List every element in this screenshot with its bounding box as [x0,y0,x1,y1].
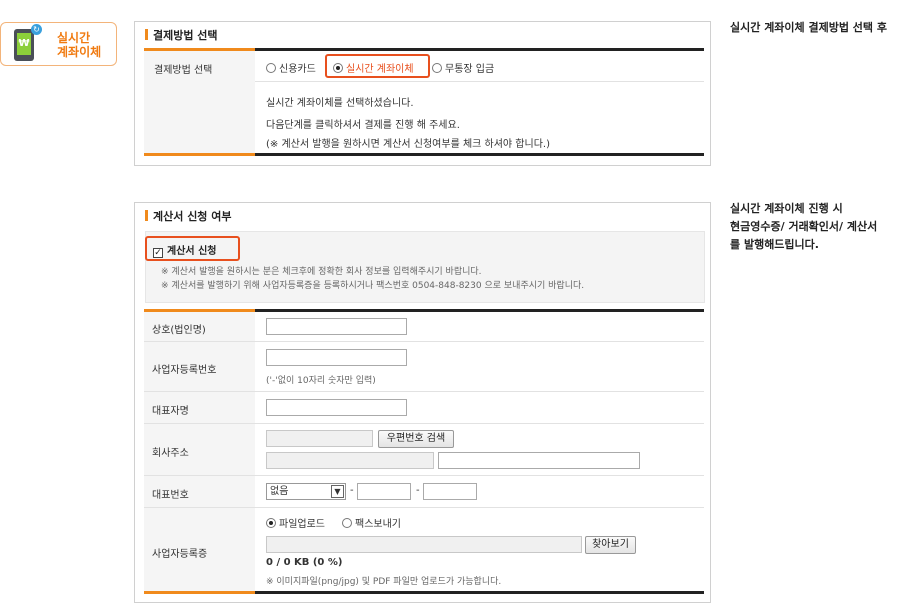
address-label: 회사주소 [152,448,189,459]
badge-label: 실시간 계좌이체 [57,31,102,59]
footer-divider [144,153,704,156]
invoice-notice-2: ※ 계산서를 발행하기 위해 사업자등록증을 등록하시거나 팩스번호 0504-… [161,281,585,291]
phone-separator: - [350,485,354,496]
phone-label: 대표번호 [152,490,189,501]
radio-button[interactable] [342,518,352,528]
invoice-request-checkbox[interactable]: ✓ 계산서 신청 [153,242,216,258]
company-name-label: 상호(법인명) [152,325,206,336]
row-divider [144,475,704,476]
company-name-input[interactable] [266,318,407,335]
ceo-name-label: 대표자명 [152,406,189,417]
file-type-hint: ※ 이미지파일(png/jpg) 및 PDF 파일만 업로드가 가능합니다. [266,577,502,587]
radio-file-upload[interactable]: 파일업로드 [266,515,325,530]
biz-number-input[interactable] [266,349,407,366]
browse-button[interactable]: 찾아보기 [585,536,636,554]
invoice-request-panel: 계산서 신청 여부 ✓ 계산서 신청 ※ 계산서 발행을 원하시는 분은 체크후에… [134,202,711,603]
file-size-status: 0 / 0 KB (0 %) [266,557,343,568]
check-icon[interactable]: ✓ [153,248,163,258]
row-divider [255,81,704,82]
radio-credit-card[interactable]: 신용카드 [266,60,316,75]
payment-method-badge: ₩ ↻ 실시간 계좌이체 [0,22,117,66]
radio-button[interactable] [432,63,442,73]
note-step2: 실시간 계좌이체 진행 시 현금영수증/ 거래확인서/ 계산서 를 발행해드립니… [730,202,878,251]
biz-number-label: 사업자등록번호 [152,365,217,376]
phone-part3-input[interactable] [423,483,477,500]
radio-bank-deposit[interactable]: 무통장 입금 [432,60,494,75]
row-divider [144,507,704,508]
phone-part2-input[interactable] [357,483,411,500]
address-input-1 [266,452,434,469]
phone-area-select[interactable]: 없음 ▼ [266,483,346,500]
invoice-panel-title: 계산서 신청 여부 [145,208,232,224]
form-footer-divider [144,591,704,594]
radio-fax[interactable]: 팩스보내기 [342,515,401,530]
file-path-input [266,536,582,553]
payment-message-2: 다음단계를 클릭하셔서 결제를 진행 해 주세요. [266,120,460,131]
address-input-2[interactable] [438,452,640,469]
radio-button-selected[interactable] [266,518,276,528]
mobile-phone-icon: ₩ [14,29,34,61]
sync-icon: ↻ [31,24,42,35]
chevron-down-icon[interactable]: ▼ [331,485,344,498]
payment-row-label: 결제방법 선택 [154,65,213,76]
row-divider [144,423,704,424]
payment-method-panel: 결제방법 선택 결제방법 선택 신용카드 실시간 계좌이체 무통장 입금 실시간… [134,21,711,166]
radio-realtime-transfer[interactable]: 실시간 계좌이체 [333,60,414,75]
registration-label: 사업자등록증 [152,549,208,560]
payment-message-1: 실시간 계좌이체를 선택하셨습니다. [266,98,414,109]
radio-button[interactable] [266,63,276,73]
currency-symbol: ₩ [17,33,31,55]
phone-separator: - [416,485,420,496]
radio-button-selected[interactable] [333,63,343,73]
payment-panel-title: 결제방법 선택 [145,27,218,43]
zip-search-button[interactable]: 우편번호 검색 [378,430,454,448]
invoice-notice-1: ※ 계산서 발행을 원하시는 분은 체크후에 정확한 회사 정보를 입력해주시기… [161,267,482,277]
payment-message-3: (※ 계산서 발행을 원하시면 계산서 신청여부를 체크 하셔야 합니다.) [266,139,550,150]
biz-number-hint: ('-'없이 10자리 숫자만 입력) [266,376,376,386]
row-divider [144,341,704,342]
note-step1: 실시간 계좌이체 결제방법 선택 후 [730,21,887,34]
zip-code-input [266,430,373,447]
row-divider [144,391,704,392]
ceo-name-input[interactable] [266,399,407,416]
